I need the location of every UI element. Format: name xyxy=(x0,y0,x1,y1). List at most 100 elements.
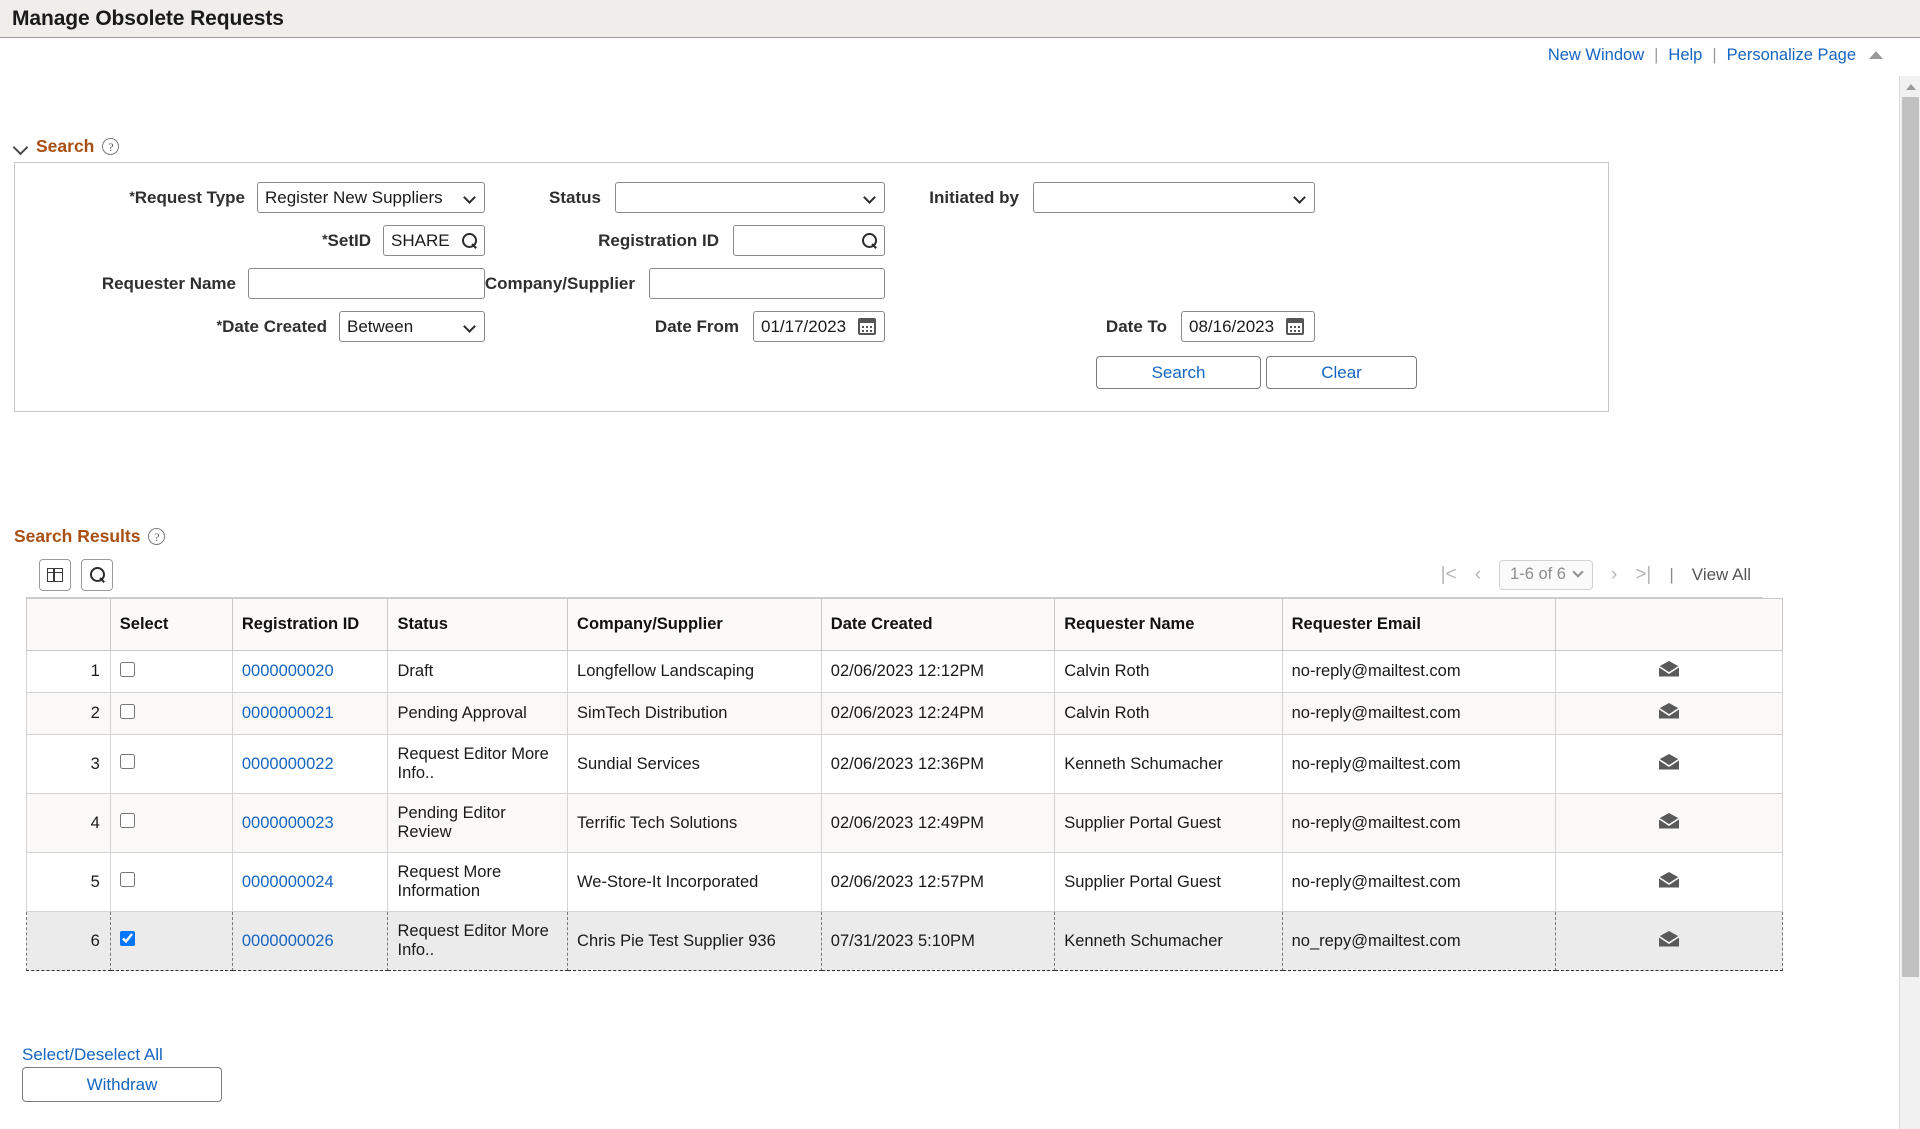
status-select[interactable] xyxy=(615,182,885,213)
select-deselect-all-link[interactable]: Select/Deselect All xyxy=(22,1045,163,1065)
table-row[interactable]: 40000000023Pending Editor ReviewTerrific… xyxy=(27,794,1783,853)
search-icon xyxy=(90,567,105,582)
utility-separator-1: | xyxy=(1654,46,1658,65)
envelope-icon[interactable] xyxy=(1658,661,1680,677)
row-select-cell[interactable] xyxy=(110,912,232,971)
row-requester-name: Supplier Portal Guest xyxy=(1055,794,1282,853)
date-from-field[interactable]: 01/17/2023 xyxy=(753,311,885,342)
row-email-action-cell[interactable] xyxy=(1555,735,1782,794)
company-supplier-input[interactable] xyxy=(649,268,885,299)
row-number: 6 xyxy=(27,912,111,971)
search-section-header[interactable]: Search ? xyxy=(14,136,119,157)
row-email-action-cell[interactable] xyxy=(1555,853,1782,912)
row-registration-id[interactable]: 0000000020 xyxy=(232,651,388,693)
table-row[interactable]: 30000000022Request Editor More Info..Sun… xyxy=(27,735,1783,794)
row-select-checkbox[interactable] xyxy=(120,872,135,887)
row-requester-email: no-reply@mailtest.com xyxy=(1282,853,1555,912)
clear-button[interactable]: Clear xyxy=(1266,356,1417,389)
row-status: Request Editor More Info.. xyxy=(388,912,568,971)
row-registration-id[interactable]: 0000000022 xyxy=(232,735,388,794)
pager-first-button[interactable]: |< xyxy=(1441,564,1457,586)
registration-id-link[interactable]: 0000000022 xyxy=(242,755,334,773)
withdraw-button[interactable]: Withdraw xyxy=(22,1067,222,1102)
initiated-by-label: Initiated by xyxy=(929,188,1019,208)
registration-id-link[interactable]: 0000000021 xyxy=(242,704,334,722)
caret-up-icon xyxy=(1906,84,1916,90)
vertical-scrollbar[interactable] xyxy=(1899,76,1920,1129)
registration-id-link[interactable]: 0000000026 xyxy=(242,932,334,950)
new-window-link[interactable]: New Window xyxy=(1548,46,1644,65)
calendar-icon[interactable] xyxy=(1286,318,1304,335)
registration-id-label: Registration ID xyxy=(598,231,719,251)
row-registration-id[interactable]: 0000000026 xyxy=(232,912,388,971)
row-registration-id[interactable]: 0000000021 xyxy=(232,693,388,735)
row-registration-id[interactable]: 0000000023 xyxy=(232,794,388,853)
table-row[interactable]: 20000000021Pending ApprovalSimTech Distr… xyxy=(27,693,1783,735)
row-registration-id[interactable]: 0000000024 xyxy=(232,853,388,912)
date-to-label: Date To xyxy=(1106,317,1167,337)
row-select-checkbox[interactable] xyxy=(120,662,135,677)
row-number: 4 xyxy=(27,794,111,853)
envelope-icon[interactable] xyxy=(1658,813,1680,829)
row-select-checkbox[interactable] xyxy=(120,704,135,719)
search-icon[interactable] xyxy=(862,233,877,248)
envelope-icon[interactable] xyxy=(1658,703,1680,719)
utility-links: New Window | Help | Personalize Page xyxy=(1548,46,1883,65)
registration-id-link[interactable]: 0000000023 xyxy=(242,814,334,832)
row-email-action-cell[interactable] xyxy=(1555,794,1782,853)
initiated-by-select[interactable] xyxy=(1033,182,1315,213)
requester-name-input[interactable] xyxy=(248,268,485,299)
pager-prev-button[interactable]: ‹ xyxy=(1475,564,1481,586)
calendar-icon[interactable] xyxy=(858,318,876,335)
personalize-page-link[interactable]: Personalize Page xyxy=(1727,46,1856,65)
row-select-checkbox[interactable] xyxy=(120,931,135,946)
grid-personalize-button[interactable] xyxy=(39,559,71,591)
row-select-checkbox[interactable] xyxy=(120,813,135,828)
table-row[interactable]: 6 0000000026 Request Editor More Info..Chr… xyxy=(27,912,1783,971)
row-select-cell[interactable] xyxy=(110,735,232,794)
help-link[interactable]: Help xyxy=(1668,46,1702,65)
row-select-cell[interactable] xyxy=(110,794,232,853)
chevron-down-icon[interactable] xyxy=(14,140,28,154)
row-select-cell[interactable] xyxy=(110,693,232,735)
row-requester-email: no-reply@mailtest.com xyxy=(1282,794,1555,853)
status-label: Status xyxy=(549,188,601,208)
envelope-icon[interactable] xyxy=(1658,872,1680,888)
row-select-cell[interactable] xyxy=(110,853,232,912)
row-email-action-cell[interactable] xyxy=(1555,693,1782,735)
setid-field[interactable]: SHARE xyxy=(383,225,485,256)
row-select-cell[interactable] xyxy=(110,651,232,693)
scrollbar-thumb[interactable] xyxy=(1902,97,1919,977)
table-row[interactable]: 10000000020DraftLongfellow Landscaping02… xyxy=(27,651,1783,693)
grid-find-button[interactable] xyxy=(81,559,113,591)
setid-label: *SetID xyxy=(141,231,371,251)
pager-range-selector[interactable]: 1-6 of 6 xyxy=(1499,560,1593,590)
view-all-button[interactable]: View All xyxy=(1692,565,1757,585)
envelope-icon[interactable] xyxy=(1658,931,1680,947)
registration-id-link[interactable]: 0000000024 xyxy=(242,873,334,891)
row-email-action-cell[interactable] xyxy=(1555,912,1782,971)
row-date-created: 02/06/2023 12:12PM xyxy=(821,651,1054,693)
request-type-select[interactable]: Register New Suppliers xyxy=(257,182,485,213)
request-type-label: *Request Type xyxy=(15,188,245,208)
help-icon[interactable]: ? xyxy=(102,138,119,155)
caret-up-icon[interactable] xyxy=(1869,51,1883,59)
row-date-created: 02/06/2023 12:49PM xyxy=(821,794,1054,853)
page-title: Manage Obsolete Requests xyxy=(12,7,284,31)
search-button[interactable]: Search xyxy=(1096,356,1261,389)
row-email-action-cell[interactable] xyxy=(1555,651,1782,693)
registration-id-link[interactable]: 0000000020 xyxy=(242,662,334,680)
row-company-supplier: Chris Pie Test Supplier 936 xyxy=(568,912,822,971)
pager-last-button[interactable]: >| xyxy=(1635,564,1651,586)
registration-id-field[interactable] xyxy=(733,225,885,256)
pager-next-button[interactable]: › xyxy=(1611,564,1617,586)
date-created-row: *Date Created Between xyxy=(15,311,485,342)
date-created-select[interactable]: Between xyxy=(339,311,485,342)
table-row[interactable]: 50000000024Request More InformationWe-St… xyxy=(27,853,1783,912)
help-icon[interactable]: ? xyxy=(148,528,165,545)
row-select-checkbox[interactable] xyxy=(120,754,135,769)
envelope-icon[interactable] xyxy=(1658,754,1680,770)
date-to-field[interactable]: 08/16/2023 xyxy=(1181,311,1315,342)
scroll-up-button[interactable] xyxy=(1900,76,1920,97)
search-icon[interactable] xyxy=(462,233,477,248)
